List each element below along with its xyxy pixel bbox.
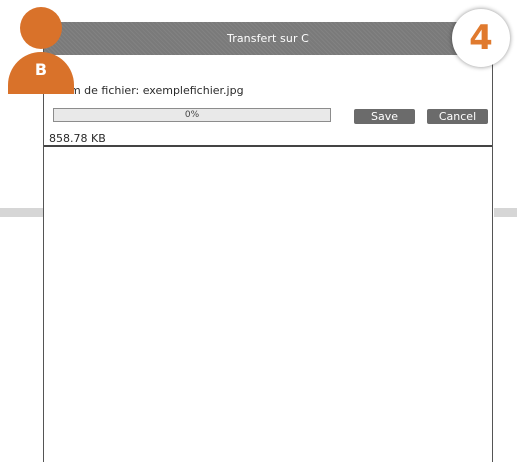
- file-size-label: 858.78 KB: [49, 132, 106, 145]
- cancel-button[interactable]: Cancel: [427, 109, 488, 124]
- divider: [44, 145, 492, 147]
- filename-label: Nom de fichier: exemplefichier.jpg: [55, 84, 244, 97]
- save-button[interactable]: Save: [354, 109, 415, 124]
- background-band-right: [494, 208, 517, 217]
- user-avatar-head: [20, 7, 62, 49]
- dialog-title: Transfert sur C: [227, 32, 309, 45]
- dialog-titlebar: Transfert sur C: [44, 22, 492, 55]
- step-number-badge: 4: [452, 9, 510, 67]
- progress-percent-label: 0%: [184, 110, 200, 120]
- user-badge-letter: B: [34, 60, 48, 79]
- step-number: 4: [469, 18, 493, 58]
- background-band-left: [0, 208, 44, 217]
- transfer-progress-bar: 0%: [53, 108, 331, 122]
- transfer-dialog: Transfert sur C Nom de fichier: exemplef…: [43, 22, 493, 462]
